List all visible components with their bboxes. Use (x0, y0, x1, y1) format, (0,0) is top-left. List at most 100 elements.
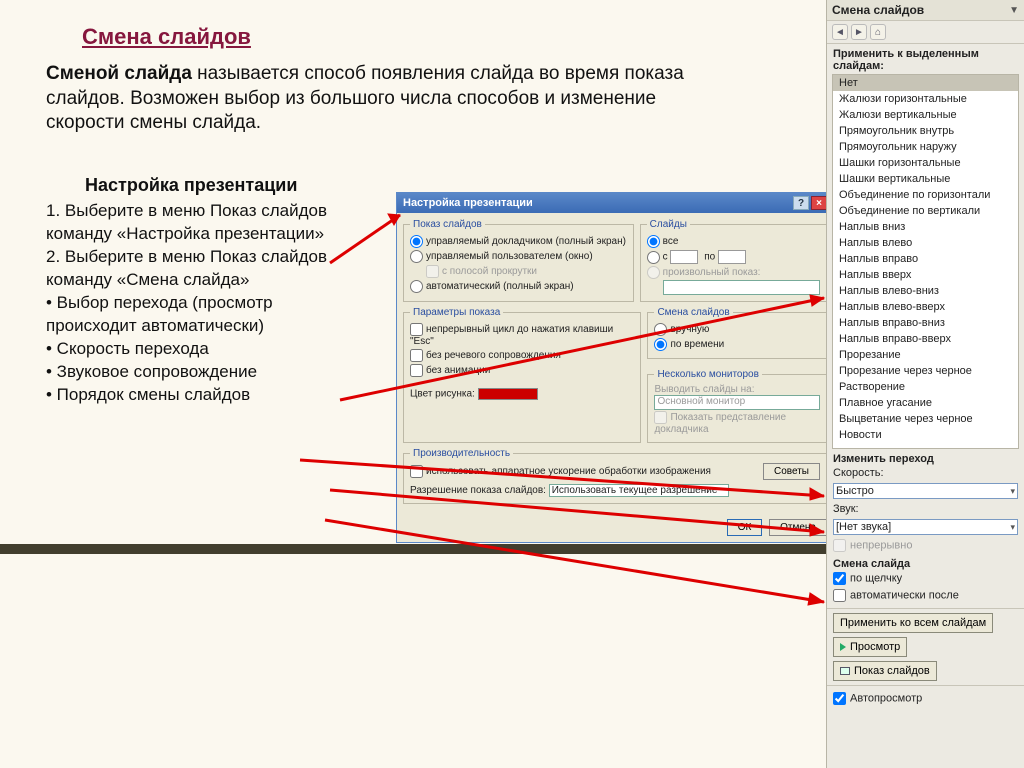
loop-checkbox (833, 539, 846, 552)
speed-label: Скорость: (833, 467, 889, 479)
transition-option[interactable]: Наплыв вверх (833, 267, 1018, 283)
apply-all-button[interactable]: Применить ко всем слайдам (833, 613, 993, 633)
transition-option[interactable]: Объединение по горизонтали (833, 187, 1018, 203)
transition-option[interactable]: Наплыв вправо-вниз (833, 315, 1018, 331)
group-performance: Производительность использовать аппаратн… (403, 448, 827, 504)
transition-option[interactable]: Плавное угасание (833, 395, 1018, 411)
transition-option[interactable]: Новости (833, 427, 1018, 443)
play-icon (840, 643, 846, 651)
group-monitors: Несколько мониторов Выводить слайды на: … (647, 369, 827, 443)
group-slides: Слайды все с по произвольный показ: (640, 219, 827, 302)
transition-option[interactable]: Прямоугольник наружу (833, 139, 1018, 155)
transition-option[interactable]: Нет (833, 75, 1018, 91)
apply-label: Применить к выделенным слайдам: (827, 44, 1024, 74)
radio-presenter[interactable]: управляемый докладчиком (полный экран) (410, 234, 627, 249)
bullet-sound: • Звуковое сопровождение (46, 361, 346, 384)
on-click-checkbox[interactable] (833, 572, 846, 585)
tips-button[interactable]: Советы (763, 463, 820, 480)
transition-option[interactable]: Объединение по вертикали (833, 203, 1018, 219)
close-icon[interactable]: × (811, 196, 827, 210)
group-show-type: Показ слайдов управляемый докладчиком (п… (403, 219, 634, 302)
radio-custom: произвольный показ: (647, 265, 820, 280)
ok-button[interactable]: ОК (727, 519, 763, 536)
radio-timed[interactable]: по времени (654, 337, 820, 352)
radio-all-slides[interactable]: все (647, 234, 820, 249)
transition-option[interactable]: Прорезание через черное (833, 363, 1018, 379)
chk-loop[interactable]: непрерывный цикл до нажатия клавиши "Esc… (410, 322, 634, 348)
from-input[interactable] (670, 250, 698, 264)
step-1: 1. Выберите в меню Показ слайдов команду… (46, 200, 346, 246)
transition-option[interactable]: Наплыв влево-вверх (833, 299, 1018, 315)
transition-option[interactable]: Наплыв влево-вниз (833, 283, 1018, 299)
legend-monitors: Несколько мониторов (654, 369, 762, 380)
pen-color-picker[interactable] (478, 388, 538, 400)
legend-slides: Слайды (647, 219, 690, 230)
preview-button[interactable]: Просмотр (833, 637, 907, 657)
bullet-transition: • Выбор перехода (просмотр происходит ав… (46, 292, 346, 338)
chk-no-narration[interactable]: без речевого сопровождения (410, 348, 634, 363)
back-icon[interactable]: ◄ (832, 24, 848, 40)
transition-option[interactable]: Растворение (833, 379, 1018, 395)
cancel-button[interactable]: Отмена (769, 519, 827, 536)
page-title: Смена слайдов (82, 24, 251, 50)
transition-option[interactable]: Наплыв вправо-вверх (833, 331, 1018, 347)
monitors-label: Выводить слайды на: (654, 384, 820, 395)
transition-option[interactable]: Наплыв вправо (833, 251, 1018, 267)
decor-bar (0, 544, 826, 554)
speed-select[interactable]: Быстро▾ (833, 483, 1018, 499)
transition-option[interactable]: Выцветание через черное (833, 411, 1018, 427)
autopreview-checkbox[interactable] (833, 692, 846, 705)
transition-option[interactable]: Жалюзи вертикальные (833, 107, 1018, 123)
pane-header[interactable]: Смена слайдов ▼ (827, 0, 1024, 21)
radio-manual[interactable]: вручную (654, 322, 820, 337)
auto-after-checkbox[interactable] (833, 589, 846, 602)
bullet-speed: • Скорость перехода (46, 338, 346, 361)
sound-label: Звук: (833, 503, 889, 515)
slideshow-button[interactable]: Показ слайдов (833, 661, 937, 681)
auto-after-label: автоматически после (850, 589, 959, 601)
chevron-down-icon: ▾ (1010, 522, 1015, 533)
transition-option[interactable]: Шашки горизонтальные (833, 155, 1018, 171)
intro-bold: Сменой слайда (46, 63, 192, 84)
radio-user[interactable]: управляемый пользователем (окно) (410, 249, 627, 264)
autopreview-label: Автопросмотр (850, 692, 922, 704)
group-advance: Смена слайдов вручную по времени (647, 307, 827, 359)
transition-option[interactable]: Прямоугольник внутрь (833, 123, 1018, 139)
modify-label: Изменить переход (827, 449, 1024, 465)
section-subtitle: Настройка презентации (85, 175, 297, 196)
resolution-select[interactable]: Использовать текущее разрешение (549, 484, 729, 497)
transition-option[interactable]: Наплыв влево (833, 235, 1018, 251)
transition-option[interactable]: Жалюзи горизонтальные (833, 91, 1018, 107)
on-click-label: по щелчку (850, 572, 902, 584)
radio-range[interactable]: с по (647, 249, 820, 265)
legend-params: Параметры показа (410, 307, 503, 318)
instruction-list: 1. Выберите в меню Показ слайдов команду… (46, 200, 346, 406)
transition-list[interactable]: НетЖалюзи горизонтальныеЖалюзи вертикаль… (832, 74, 1019, 449)
screen-icon (840, 667, 850, 675)
pane-nav: ◄ ► ⌂ (827, 21, 1024, 44)
sound-select[interactable]: [Нет звука]▾ (833, 519, 1018, 535)
transition-option[interactable]: Прорезание (833, 347, 1018, 363)
home-icon[interactable]: ⌂ (870, 24, 886, 40)
chk-presenter-view: Показать представление докладчика (654, 410, 820, 436)
legend-change: Смена слайдов (654, 307, 732, 318)
dialog-titlebar[interactable]: Настройка презентации ? × (397, 193, 833, 213)
pane-menu-icon[interactable]: ▼ (1009, 5, 1019, 16)
pane-title: Смена слайдов (832, 3, 924, 17)
slideshow-settings-dialog: Настройка презентации ? × Показ слайдов … (396, 192, 834, 543)
chk-no-anim[interactable]: без анимации (410, 363, 634, 378)
forward-icon[interactable]: ► (851, 24, 867, 40)
intro-paragraph: Сменой слайда называется способ появлени… (46, 62, 706, 136)
group-params: Параметры показа непрерывный цикл до наж… (403, 307, 641, 443)
to-input[interactable] (718, 250, 746, 264)
help-icon[interactable]: ? (793, 196, 809, 210)
radio-auto[interactable]: автоматический (полный экран) (410, 279, 627, 294)
transition-option[interactable]: Шашки вертикальные (833, 171, 1018, 187)
res-label: Разрешение показа слайдов: (410, 485, 546, 496)
chk-hw-accel[interactable]: использовать аппаратное ускорение обрабо… (410, 464, 711, 479)
chk-scrollbar: с полосой прокрутки (410, 264, 627, 279)
loop-label: непрерывно (850, 539, 912, 551)
legend-show: Показ слайдов (410, 219, 485, 230)
custom-show-select (663, 280, 820, 295)
transition-option[interactable]: Наплыв вниз (833, 219, 1018, 235)
